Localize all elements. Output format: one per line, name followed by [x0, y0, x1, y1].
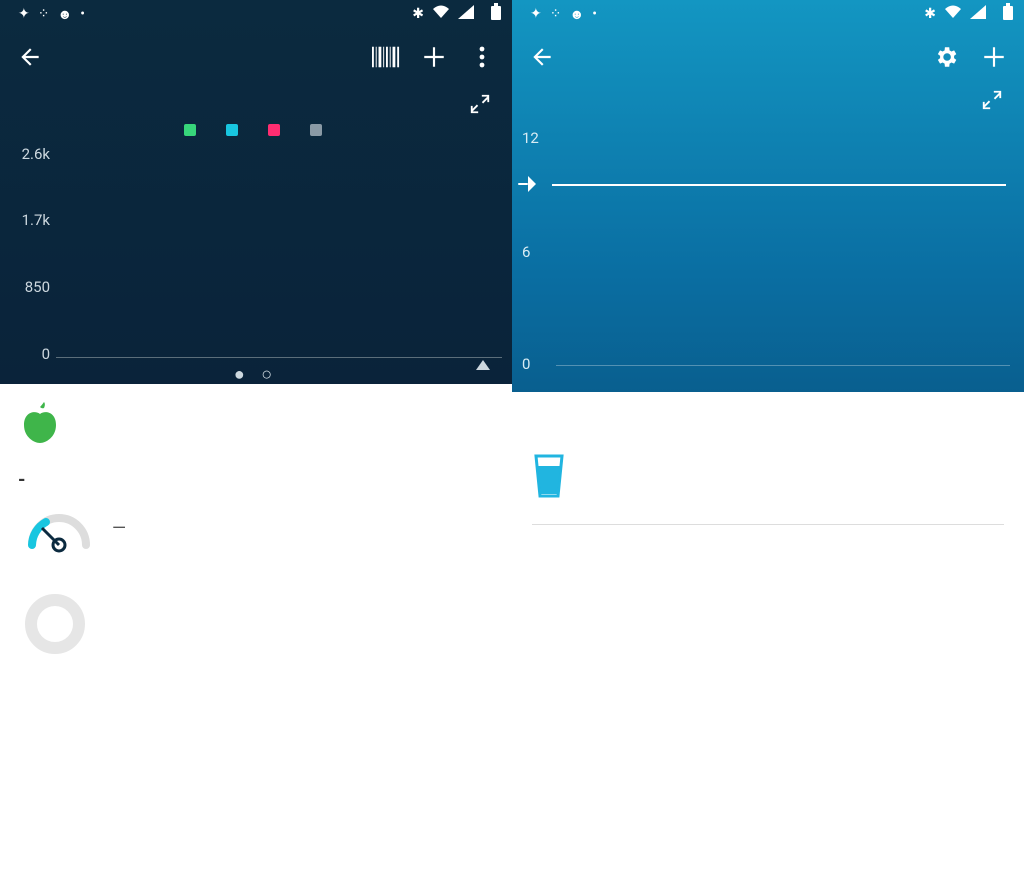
- back-icon[interactable]: [528, 43, 556, 71]
- today-marker-icon: [476, 360, 490, 370]
- dot-icon: •: [80, 6, 85, 22]
- water-today-line: [532, 454, 1004, 525]
- budget-summary-text: —: [112, 516, 126, 541]
- fitbit-icon: ✦: [18, 6, 30, 22]
- week-day-header: [512, 114, 1024, 128]
- budget-gauge-icon: [24, 505, 94, 553]
- macro-ring-icon: [24, 593, 86, 655]
- water-header: [512, 28, 1024, 86]
- wifi-icon: [944, 5, 962, 23]
- signal-icon: [458, 5, 474, 23]
- water-thu-line: [532, 525, 1004, 541]
- expand-icon[interactable]: [466, 90, 494, 118]
- glass-icon: [532, 454, 566, 504]
- face-icon: ☻: [569, 6, 584, 23]
- more-icon[interactable]: [468, 43, 496, 71]
- status-bar-food: ✦ ⁘ ☻ • ✱: [0, 0, 512, 28]
- expand-icon[interactable]: [978, 86, 1006, 114]
- apple-icon: [18, 402, 62, 446]
- goal-marker: [518, 183, 528, 185]
- dots-icon: ⁘: [38, 6, 50, 22]
- add-icon[interactable]: [420, 43, 448, 71]
- battery-icon: [490, 3, 502, 25]
- settings-icon[interactable]: [932, 43, 960, 71]
- dot-icon: •: [592, 6, 597, 22]
- food-header: [0, 28, 512, 86]
- bluetooth-icon: ✱: [412, 6, 424, 22]
- bluetooth-icon: ✱: [924, 6, 936, 22]
- water-bar-chart[interactable]: 12 6 0: [512, 128, 1024, 392]
- face-icon: ☻: [57, 6, 72, 23]
- add-icon[interactable]: [980, 43, 1008, 71]
- signal-icon: [970, 5, 986, 23]
- dots-icon: ⁘: [550, 6, 562, 22]
- food-bar-chart[interactable]: 2.6k 1.7k 850 0: [0, 144, 512, 404]
- food-legend: [0, 124, 512, 136]
- fitbit-icon: ✦: [530, 6, 542, 22]
- wifi-icon: [432, 5, 450, 23]
- back-icon[interactable]: [16, 43, 44, 71]
- battery-icon: [1002, 3, 1014, 25]
- status-bar-water: ✦ ⁘ ☻ • ✱: [512, 0, 1024, 28]
- barcode-icon[interactable]: [372, 43, 400, 71]
